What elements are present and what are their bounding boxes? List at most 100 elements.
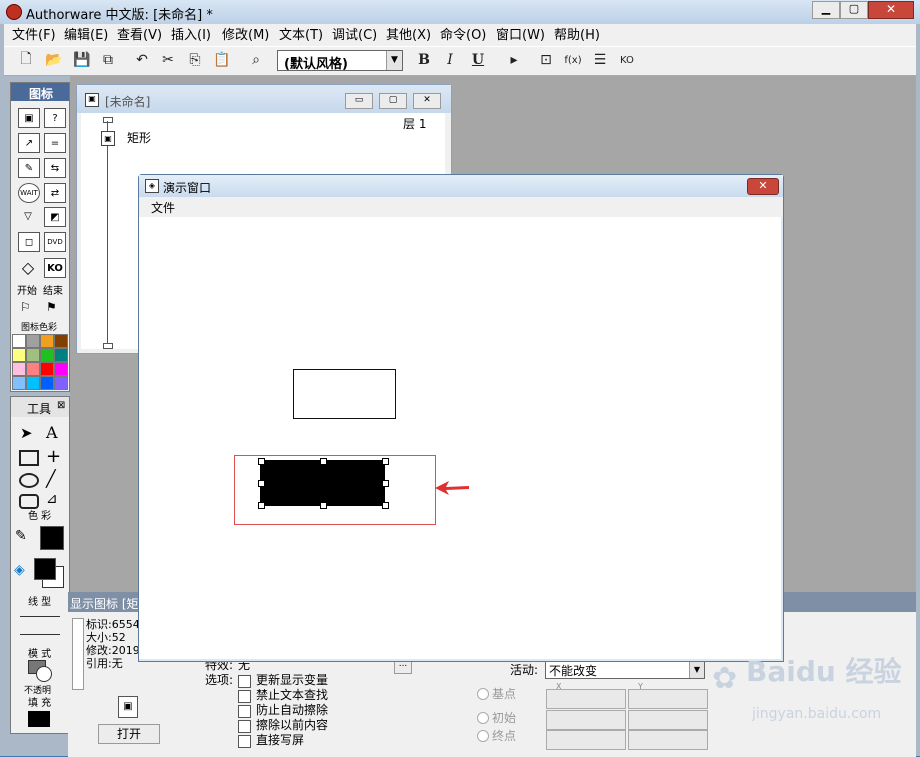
color-swatch[interactable] (12, 376, 26, 390)
end-y-field[interactable] (628, 730, 708, 750)
end-x-field[interactable] (546, 730, 626, 750)
menu-file[interactable]: 文件(F) (12, 27, 56, 45)
display-icon[interactable]: ▣ (18, 108, 40, 128)
open-file-icon[interactable]: 📂 (44, 50, 64, 70)
video-icon[interactable]: ◩ (44, 207, 66, 227)
base-y-field[interactable] (628, 689, 708, 709)
menu-modify[interactable]: 修改(M) (222, 27, 269, 45)
color-swatch[interactable] (40, 348, 54, 362)
outline-rectangle[interactable] (293, 369, 396, 419)
selection-handle[interactable] (258, 502, 265, 509)
color-swatch[interactable] (40, 362, 54, 376)
flow-item-label[interactable]: 矩形 (127, 131, 151, 145)
selection-handle[interactable] (382, 502, 389, 509)
selection-handle[interactable] (382, 458, 389, 465)
presentation-canvas[interactable] (139, 217, 781, 659)
copy-icon[interactable]: ⎘ (185, 50, 205, 70)
close-button[interactable]: ✕ (868, 1, 914, 19)
polygon-tool-icon[interactable]: ⊿ (46, 491, 58, 507)
run-icon[interactable]: ▸ (504, 50, 524, 70)
foreground-color-swatch[interactable] (34, 558, 56, 580)
end-radio[interactable] (477, 730, 489, 742)
init-radio[interactable] (477, 712, 489, 724)
menu-window[interactable]: 窗口(W) (496, 27, 545, 45)
find-icon[interactable]: ⌕ (246, 50, 266, 70)
presentation-menu-file[interactable]: 文件 (151, 199, 175, 216)
menu-other[interactable]: 其他(X) (386, 27, 431, 45)
fill-pattern-swatch[interactable] (28, 711, 50, 727)
color-swatch[interactable] (12, 348, 26, 362)
import-icon[interactable]: ⧉ (98, 50, 118, 70)
color-swatch[interactable] (40, 334, 54, 348)
menu-help[interactable]: 帮助(H) (554, 27, 600, 45)
base-radio[interactable] (477, 688, 489, 700)
option-checkbox[interactable] (238, 690, 251, 703)
menu-command[interactable]: 命令(O) (440, 27, 486, 45)
color-swatch[interactable] (12, 334, 26, 348)
knowledge-object-icon[interactable]: KO (617, 50, 637, 70)
menu-debug[interactable]: 调试(C) (332, 27, 377, 45)
color-swatch[interactable] (26, 362, 40, 376)
option-checkbox[interactable] (238, 735, 251, 748)
tools-close-icon[interactable]: ⊠ (57, 400, 65, 411)
menu-text[interactable]: 文本(T) (279, 27, 323, 45)
interaction-icon[interactable]: ⇄ (44, 183, 66, 203)
undo-icon[interactable]: ↶ (132, 50, 152, 70)
chevron-down-icon[interactable]: ▼ (386, 51, 402, 70)
option-checkbox[interactable] (238, 705, 251, 718)
activity-chevron-icon[interactable]: ▼ (689, 661, 704, 678)
control-panel-icon[interactable]: ⊡ (536, 50, 556, 70)
function-icon[interactable]: f(x) (563, 50, 583, 70)
question-icon[interactable]: ? (44, 108, 66, 128)
init-x-field[interactable] (546, 710, 626, 730)
color-swatch[interactable] (26, 376, 40, 390)
crosshair-tool-icon[interactable]: + (46, 446, 61, 467)
text-tool-icon[interactable]: A (46, 423, 58, 442)
paste-icon[interactable]: 📋 (212, 50, 232, 70)
move-icon[interactable]: ↗ (18, 133, 40, 153)
maximize-button[interactable]: ▢ (840, 1, 868, 19)
filled-rectangle[interactable] (260, 460, 385, 506)
base-x-field[interactable] (546, 689, 626, 709)
flow-minimize-button[interactable]: ▭ (345, 93, 373, 109)
minimize-button[interactable]: ▁ (812, 1, 840, 19)
bold-button[interactable]: B (414, 50, 434, 70)
pen-color-swatch[interactable] (40, 526, 64, 550)
pointer-tool-icon[interactable]: ➤ (20, 424, 33, 442)
presentation-close-button[interactable]: ✕ (747, 178, 779, 195)
display-icon-node[interactable]: ▣ (101, 131, 115, 146)
calc-icon[interactable]: = (44, 133, 66, 153)
navigate-icon[interactable]: ⇆ (44, 158, 66, 178)
color-swatch[interactable] (54, 348, 68, 362)
line-style-normal[interactable] (20, 634, 60, 635)
activity-select[interactable]: 不能改变 ▼ (545, 660, 705, 679)
color-swatch[interactable] (54, 334, 68, 348)
style-select[interactable]: (默认风格) ▼ (277, 50, 403, 72)
wait-icon[interactable]: WAIT (18, 183, 40, 203)
selection-handle[interactable] (258, 458, 265, 465)
option-checkbox[interactable] (238, 675, 251, 688)
selection-handle[interactable] (320, 502, 327, 509)
ellipse-tool-icon[interactable] (19, 473, 39, 488)
color-swatch[interactable] (54, 376, 68, 390)
menu-view[interactable]: 查看(V) (117, 27, 162, 45)
end-flag-icon[interactable]: ⚑ (46, 300, 57, 314)
option-checkbox[interactable] (238, 720, 251, 733)
map-icon[interactable]: ◻ (18, 232, 40, 252)
fill-bucket-icon[interactable]: ◈ (14, 562, 25, 578)
flow-close-button[interactable]: ✕ (413, 93, 441, 109)
decision-icon[interactable]: ▽ (18, 207, 38, 225)
selection-handle[interactable] (320, 458, 327, 465)
line-tool-icon[interactable]: ╱ (46, 469, 56, 488)
italic-button[interactable]: I (440, 50, 460, 70)
color-swatch[interactable] (26, 348, 40, 362)
erase-icon[interactable]: ✎ (18, 158, 40, 178)
menu-edit[interactable]: 编辑(E) (64, 27, 108, 45)
selection-handle[interactable] (258, 480, 265, 487)
underline-button[interactable]: U (468, 50, 488, 70)
rectangle-tool-icon[interactable] (19, 450, 39, 466)
rounded-rect-tool-icon[interactable] (19, 494, 39, 509)
new-file-icon[interactable]: 🗋 (16, 50, 36, 70)
line-style-thin[interactable] (20, 616, 60, 617)
menu-insert[interactable]: 插入(I) (171, 27, 211, 45)
